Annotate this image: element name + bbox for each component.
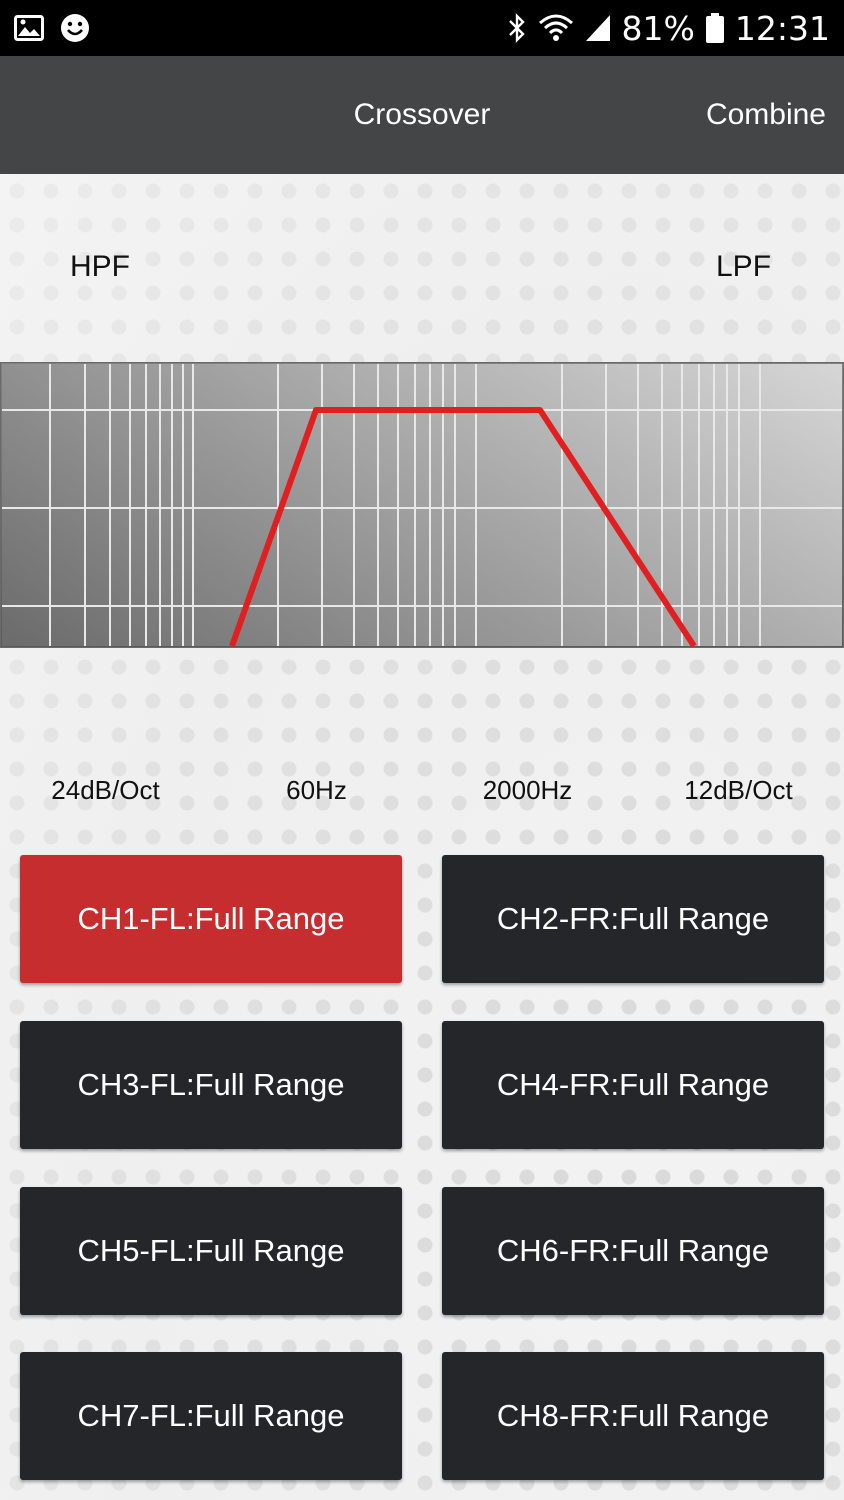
channel-button-ch3[interactable]: CH3-FL:Full Range — [20, 1021, 402, 1149]
wifi-icon — [538, 13, 574, 43]
lpf-label: LPF — [716, 250, 772, 283]
channel-button-ch4[interactable]: CH4-FR:Full Range — [442, 1021, 824, 1149]
signal-icon — [584, 13, 612, 43]
app-header: Crossover Combine — [0, 56, 844, 174]
crossover-graph[interactable] — [0, 362, 844, 648]
clock: 12:31 — [734, 8, 830, 48]
battery-icon — [705, 12, 725, 44]
status-bar: 81% 12:31 — [0, 0, 844, 56]
hpf-label: HPF — [70, 250, 130, 283]
gallery-icon — [14, 15, 44, 41]
channel-button-ch6[interactable]: CH6-FR:Full Range — [442, 1187, 824, 1315]
channel-button-ch8[interactable]: CH8-FR:Full Range — [442, 1352, 824, 1480]
lpf-slope-readout[interactable]: 12dB/Oct — [633, 775, 844, 806]
channel-button-ch7[interactable]: CH7-FL:Full Range — [20, 1352, 402, 1480]
hpf-frequency-readout[interactable]: 60Hz — [211, 775, 422, 806]
smiley-icon — [60, 13, 90, 43]
hpf-slope-readout[interactable]: 24dB/Oct — [0, 775, 211, 806]
lpf-frequency-readout[interactable]: 2000Hz — [422, 775, 633, 806]
combine-button[interactable]: Combine — [706, 56, 826, 174]
channel-button-ch2[interactable]: CH2-FR:Full Range — [442, 855, 824, 983]
channel-button-ch5[interactable]: CH5-FL:Full Range — [20, 1187, 402, 1315]
channel-button-ch1[interactable]: CH1-FL:Full Range — [20, 855, 402, 983]
bluetooth-icon — [506, 12, 528, 44]
battery-percent: 81% — [621, 8, 695, 48]
